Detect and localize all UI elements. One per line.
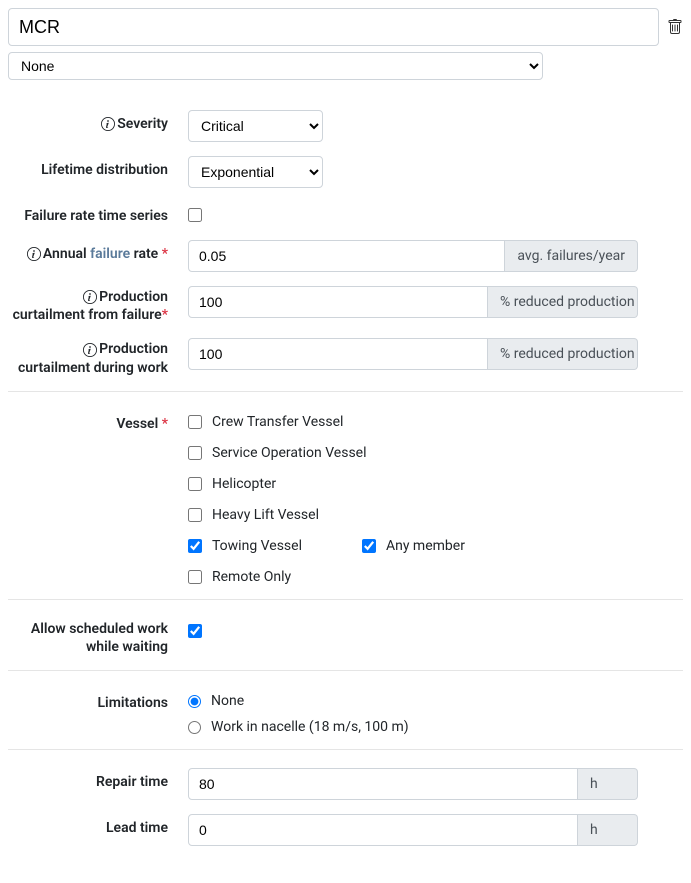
name-input[interactable] (8, 8, 659, 46)
allow-scheduled-label: Allow scheduled work while waiting (8, 618, 188, 656)
limitations-none-label[interactable]: None (211, 693, 244, 709)
vessel-crew-transfer-checkbox[interactable] (188, 415, 202, 429)
repair-time-input[interactable] (188, 768, 578, 800)
unit-label: h (578, 814, 638, 846)
unit-label: avg. failures/year (505, 240, 638, 272)
info-icon (83, 290, 97, 304)
lifetime-distribution-select[interactable]: Exponential (188, 156, 323, 188)
vessel-crew-transfer-label[interactable]: Crew Transfer Vessel (212, 414, 343, 430)
curtailment-failure-label: Production curtailment from failure* (8, 286, 188, 324)
vessel-remote-only-checkbox[interactable] (188, 570, 202, 584)
annual-failure-rate-input[interactable] (188, 240, 505, 272)
vessel-service-op-label[interactable]: Service Operation Vessel (212, 445, 367, 461)
divider (8, 391, 683, 392)
annual-failure-rate-label: Annual failure rate * (8, 240, 188, 263)
vessel-any-member-checkbox[interactable] (362, 539, 376, 553)
vessel-helicopter-label[interactable]: Helicopter (212, 476, 276, 492)
info-icon (101, 117, 115, 131)
allow-scheduled-checkbox[interactable] (188, 624, 202, 638)
sub-select[interactable]: None (8, 52, 543, 80)
unit-label: % reduced production (488, 338, 638, 370)
vessel-helicopter-checkbox[interactable] (188, 477, 202, 491)
vessel-remote-only-label[interactable]: Remote Only (212, 569, 291, 585)
limitations-nacelle-radio[interactable] (188, 721, 201, 734)
lead-time-label: Lead time (8, 814, 188, 837)
curtailment-failure-input[interactable] (188, 286, 488, 318)
limitations-nacelle-label[interactable]: Work in nacelle (18 m/s, 100 m) (211, 719, 409, 735)
severity-label: Severity (8, 110, 188, 133)
lifetime-distribution-label: Lifetime distribution (8, 156, 188, 179)
vessel-heavy-lift-label[interactable]: Heavy Lift Vessel (212, 507, 319, 523)
limitations-label: Limitations (8, 689, 188, 712)
limitations-none-radio[interactable] (188, 695, 201, 708)
divider (8, 670, 683, 671)
vessel-service-op-checkbox[interactable] (188, 446, 202, 460)
vessel-any-member-label[interactable]: Any member (386, 538, 465, 554)
divider (8, 749, 683, 750)
vessel-label: Vessel * (8, 410, 188, 433)
curtailment-work-label: Production curtailment during work (8, 338, 188, 376)
repair-time-label: Repair time (8, 768, 188, 791)
severity-select[interactable]: Critical (188, 110, 323, 142)
delete-icon[interactable] (667, 19, 683, 35)
info-icon (83, 343, 97, 357)
curtailment-work-input[interactable] (188, 338, 488, 370)
divider (8, 599, 683, 600)
vessel-towing-checkbox[interactable] (188, 539, 202, 553)
failure-rate-ts-label: Failure rate time series (8, 202, 188, 225)
info-icon (27, 247, 41, 261)
failure-rate-ts-checkbox[interactable] (188, 208, 202, 222)
unit-label: h (578, 768, 638, 800)
unit-label: % reduced production (488, 286, 638, 318)
vessel-heavy-lift-checkbox[interactable] (188, 508, 202, 522)
vessel-towing-label[interactable]: Towing Vessel (212, 538, 302, 554)
lead-time-input[interactable] (188, 814, 578, 846)
